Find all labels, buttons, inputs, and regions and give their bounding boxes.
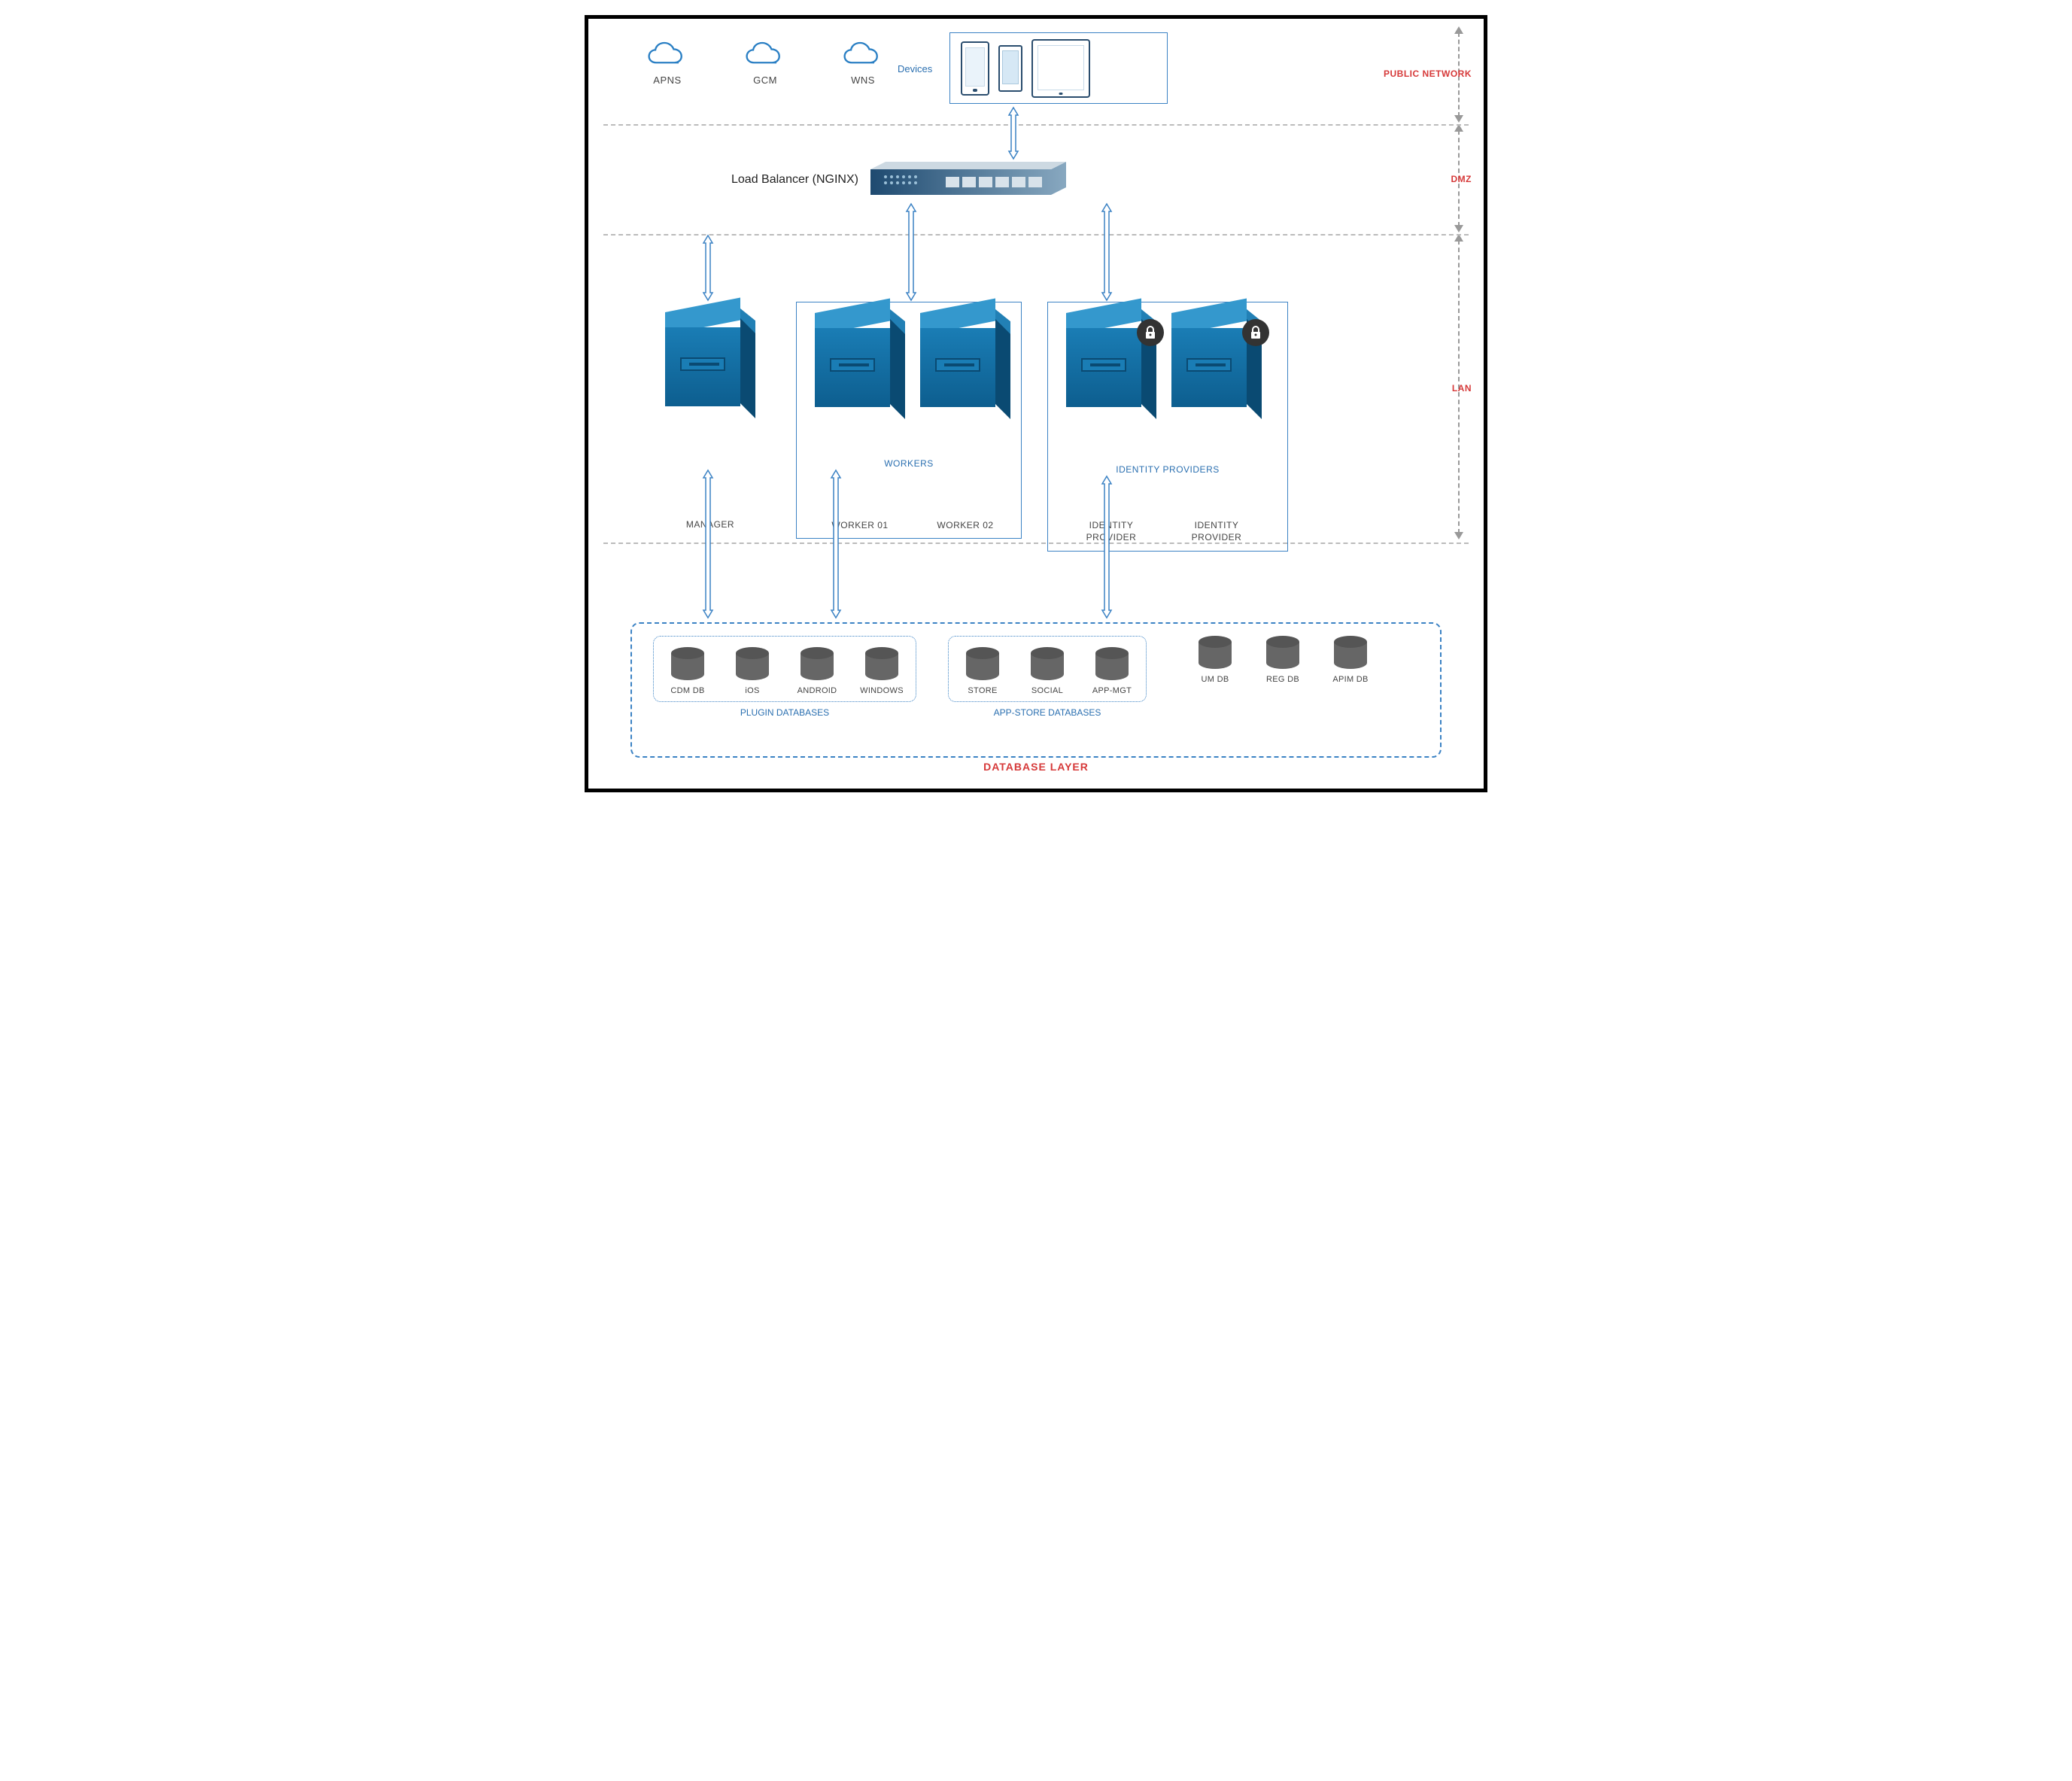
database-icon	[801, 647, 834, 680]
arrow-manager-db	[701, 469, 715, 619]
database-icon	[865, 647, 898, 680]
push-clouds-row: APNS GCM WNS	[633, 40, 897, 86]
zone-label-lan: LAN	[1452, 383, 1472, 394]
plugin-db-label: PLUGIN DATABASES	[740, 707, 829, 718]
devices-box: Devices	[949, 32, 1168, 104]
arrow-idp-db	[1100, 475, 1113, 619]
worker-label: WORKER 01	[807, 520, 913, 530]
load-balancer-label: Load Balancer (NGINX)	[731, 173, 858, 187]
cloud-wns: WNS	[829, 40, 897, 86]
loose-databases-row: UM DB REG DB APIM DB	[1189, 636, 1377, 684]
zone-label-dmz: DMZ	[1451, 174, 1472, 184]
database-icon	[1199, 636, 1232, 669]
lock-icon	[1242, 319, 1269, 346]
database-icon	[1334, 636, 1367, 669]
database-icon	[1266, 636, 1299, 669]
db-item: iOS	[726, 647, 779, 695]
tablet-icon	[1031, 39, 1090, 98]
arrow-workers-db	[829, 469, 843, 619]
db-item: CDM DB	[661, 647, 714, 695]
cloud-gcm: GCM	[731, 40, 799, 86]
switch-icon	[870, 162, 1066, 198]
cloud-label: WNS	[829, 74, 897, 86]
divider-lan-db	[603, 543, 1469, 544]
cloud-icon	[840, 40, 886, 68]
cloud-icon	[645, 40, 690, 68]
db-item: APIM DB	[1324, 636, 1377, 684]
phone-icon	[998, 45, 1022, 92]
db-item: STORE	[956, 647, 1009, 695]
db-item: ANDROID	[791, 647, 843, 695]
idp-label: IDENTITYPROVIDER	[1164, 520, 1269, 543]
workers-group-label: WORKERS	[796, 458, 1022, 469]
idp-server	[1066, 313, 1156, 411]
database-layer-title: DATABASE LAYER	[983, 761, 1089, 773]
zone-label-public: PUBLIC NETWORK	[1384, 68, 1472, 79]
database-layer-box: CDM DB iOS ANDROID WINDOWS PLUGIN DATABA…	[630, 622, 1442, 758]
appstore-db-label: APP-STORE DATABASES	[994, 707, 1101, 718]
architecture-diagram: PUBLIC NETWORK DMZ LAN APNS GCM WNS Devi…	[585, 15, 1487, 792]
lock-icon	[1137, 319, 1164, 346]
worker-label: WORKER 02	[913, 520, 1018, 530]
devices-label: Devices	[898, 63, 932, 74]
database-icon	[1031, 647, 1064, 680]
cloud-icon	[743, 40, 788, 68]
arrow-lb-workers	[904, 202, 918, 302]
cloud-label: GCM	[731, 74, 799, 86]
worker-server	[920, 313, 1010, 411]
arrow-lb-idp	[1100, 202, 1113, 302]
idp-group: IDENTITYPROVIDER IDENTITYPROVIDER	[1047, 302, 1288, 552]
phone-icon	[961, 41, 989, 96]
appstore-databases-box: STORE SOCIAL APP-MGT APP-STORE DATABASES	[948, 636, 1147, 702]
db-item: SOCIAL	[1021, 647, 1074, 695]
idp-group-label: IDENTITY PROVIDERS	[1047, 464, 1288, 475]
worker-server	[815, 313, 905, 411]
database-icon	[671, 647, 704, 680]
database-icon	[966, 647, 999, 680]
cloud-label: APNS	[633, 74, 701, 86]
divider-dmz-lan	[603, 234, 1469, 236]
divider-public-dmz	[603, 124, 1469, 126]
arrow-lb-manager	[701, 234, 715, 302]
plugin-databases-box: CDM DB iOS ANDROID WINDOWS PLUGIN DATABA…	[653, 636, 916, 702]
idp-server	[1171, 313, 1262, 411]
arrow-devices-lb	[1007, 106, 1020, 160]
database-icon	[736, 647, 769, 680]
load-balancer-row: Load Balancer (NGINX)	[731, 162, 1066, 198]
database-icon	[1095, 647, 1129, 680]
db-item: REG DB	[1256, 636, 1309, 684]
db-item: APP-MGT	[1086, 647, 1138, 695]
db-item: WINDOWS	[855, 647, 908, 695]
cloud-apns: APNS	[633, 40, 701, 86]
db-item: UM DB	[1189, 636, 1241, 684]
